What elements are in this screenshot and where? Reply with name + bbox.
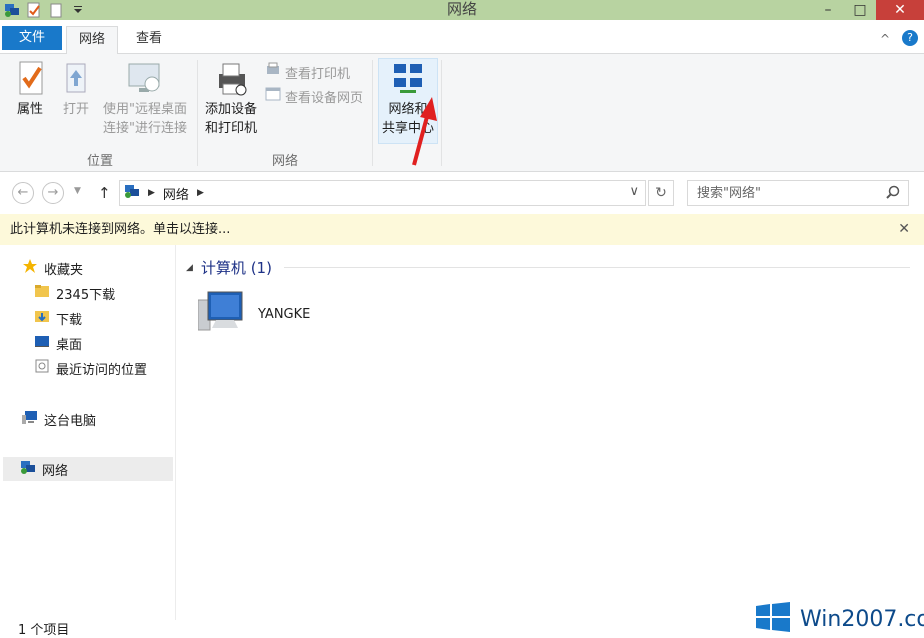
info-bar-close-button[interactable]: ✕ <box>898 214 910 245</box>
nav-label: 最近访问的位置 <box>56 362 148 378</box>
nav-item-downloads[interactable]: 下载 <box>34 306 82 330</box>
refresh-button[interactable]: ↻ <box>648 180 674 206</box>
title-bar: 网络 – □ ✕ <box>0 0 924 20</box>
nav-item-desktop[interactable]: 桌面 <box>34 331 82 355</box>
maximize-button[interactable]: □ <box>844 0 876 20</box>
nav-label: 下载 <box>56 312 83 328</box>
remote-desktop-label-1: 使用"远程桌面 <box>103 102 187 117</box>
computer-name: YANGKE <box>258 306 311 322</box>
address-bar[interactable]: ▶ 网络 ▶ ∨ <box>119 180 646 206</box>
desktop-icon <box>34 333 50 353</box>
downloads-folder-icon <box>34 308 50 328</box>
up-button[interactable]: ↑ <box>98 184 111 202</box>
group-divider <box>284 267 910 268</box>
tab-view[interactable]: 查看 <box>124 26 174 55</box>
info-bar[interactable]: 此计算机未连接到网络。单击以连接... ✕ <box>0 214 924 245</box>
window-title: 网络 <box>446 0 477 18</box>
content-pane: ◢ 计算机 (1) YANGKE <box>176 245 924 620</box>
group-separator <box>372 60 373 166</box>
search-box[interactable] <box>687 180 909 206</box>
collapse-triangle-icon[interactable]: ◢ <box>186 263 193 273</box>
breadcrumb-chevron-icon[interactable]: ▶ <box>148 188 155 198</box>
search-icon[interactable] <box>886 185 900 203</box>
windows-logo-icon <box>756 602 790 636</box>
help-button[interactable]: ? <box>902 30 918 46</box>
group-header-label: 计算机 (1) <box>200 259 272 277</box>
forward-button[interactable]: → <box>42 182 64 204</box>
add-devices-button[interactable]: 添加设备 和打印机 <box>202 60 260 138</box>
open-button[interactable]: 打开 <box>58 60 94 119</box>
remote-desktop-button[interactable]: 使用"远程桌面 连接"进行连接 <box>98 60 192 138</box>
view-device-webpage-label: 查看设备网页 <box>285 90 364 106</box>
add-devices-label-2: 和打印机 <box>204 121 257 136</box>
view-printers-button[interactable]: 查看打印机 <box>265 62 350 82</box>
folder-icon <box>34 283 50 303</box>
nav-label-this-pc: 这台电脑 <box>44 413 97 429</box>
navigation-pane: 收藏夹 2345下载 下载 桌面 最近访问的位置 这台电脑 网络 <box>0 245 176 620</box>
nav-item-recent-places[interactable]: 最近访问的位置 <box>34 356 147 380</box>
nav-label: 2345下载 <box>56 287 116 303</box>
group-header-computer[interactable]: ◢ 计算机 (1) <box>186 257 272 278</box>
group-label-location: 位置 <box>86 154 113 169</box>
view-printers-label: 查看打印机 <box>285 66 351 82</box>
nav-item-2345-downloads[interactable]: 2345下载 <box>34 281 115 305</box>
address-area: ← → ▼ ↑ ▶ 网络 ▶ ∨ ↻ <box>0 172 924 214</box>
computer-icon <box>197 290 244 338</box>
add-devices-label-1: 添加设备 <box>204 102 257 117</box>
properties-label: 属性 <box>16 102 43 117</box>
info-bar-message[interactable]: 此计算机未连接到网络。单击以连接... <box>10 222 230 237</box>
network-sharing-icon <box>380 60 436 100</box>
tab-file[interactable]: 文件 <box>2 26 62 50</box>
breadcrumb-network[interactable]: 网络 <box>163 184 189 203</box>
remote-desktop-icon <box>98 60 192 100</box>
back-button[interactable]: ← <box>12 182 34 204</box>
remote-desktop-label-2: 连接"进行连接 <box>103 121 187 136</box>
address-dropdown-button[interactable]: ∨ <box>629 184 639 199</box>
search-input[interactable] <box>688 181 874 205</box>
collapse-ribbon-button[interactable]: ^ <box>880 32 890 46</box>
network-location-icon <box>124 183 140 203</box>
nav-label: 桌面 <box>56 337 83 353</box>
properties-icon <box>10 60 50 100</box>
printer-icon <box>202 60 260 100</box>
ribbon: 属性 打开 使用"远程桌面 连接"进行连接 位置 添加设备 和打印机 查看打印机… <box>0 54 924 172</box>
group-separator <box>197 60 198 166</box>
nav-item-this-pc[interactable]: 这台电脑 <box>22 407 96 431</box>
open-icon <box>58 60 94 100</box>
group-label-network: 网络 <box>271 154 298 169</box>
tab-network[interactable]: 网络 <box>66 26 119 55</box>
item-count: 1 个项目 <box>18 623 70 638</box>
computer-icon <box>22 409 38 429</box>
properties-button[interactable]: 属性 <box>10 60 50 119</box>
breadcrumb-chevron-icon[interactable]: ▶ <box>197 188 204 198</box>
network-icon <box>20 459 36 479</box>
group-separator <box>441 60 442 166</box>
recent-places-icon <box>34 358 50 378</box>
recent-locations-dropdown[interactable]: ▼ <box>74 186 81 196</box>
nav-item-favorites[interactable]: 收藏夹 <box>22 256 83 280</box>
computer-item[interactable]: YANGKE <box>197 290 368 338</box>
close-button[interactable]: ✕ <box>876 0 924 20</box>
minimize-button[interactable]: – <box>812 0 844 20</box>
nav-item-network[interactable]: 网络 <box>3 457 173 481</box>
ribbon-tabs: 文件 网络 查看 ^ ? <box>0 20 924 55</box>
nav-label-favorites: 收藏夹 <box>44 262 84 278</box>
watermark: Win2007.com <box>756 600 924 638</box>
device-webpage-icon <box>265 86 281 106</box>
watermark-text: Win2007.com <box>800 606 924 632</box>
open-label: 打开 <box>62 102 89 117</box>
view-printers-icon <box>265 62 281 82</box>
view-device-webpage-button[interactable]: 查看设备网页 <box>265 86 363 106</box>
nav-label-network: 网络 <box>42 463 69 479</box>
star-icon <box>22 258 38 278</box>
red-arrow-annotation <box>412 97 437 166</box>
